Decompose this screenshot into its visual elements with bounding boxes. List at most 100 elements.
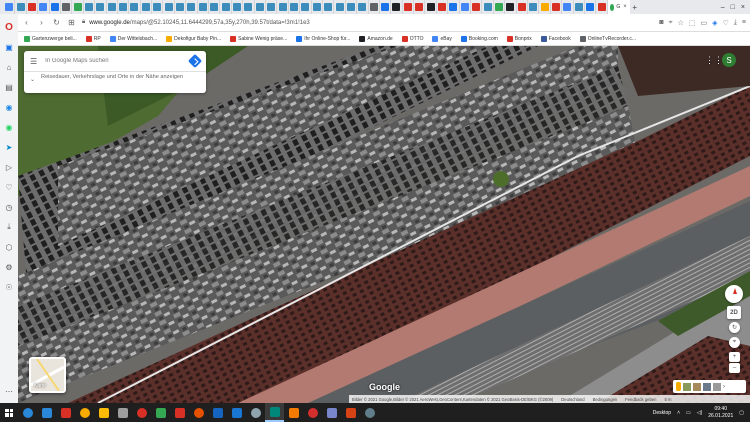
- taskbar-app-icon[interactable]: [322, 403, 341, 422]
- tab-active[interactable]: G ×: [607, 0, 630, 14]
- tab[interactable]: [437, 0, 449, 14]
- zoom-out-button[interactable]: –: [729, 363, 740, 373]
- hamburger-menu-icon[interactable]: ☰: [30, 57, 37, 66]
- bookmark-item[interactable]: Der Wittelsbach...: [109, 35, 157, 42]
- taskbar-app-icon[interactable]: [94, 403, 113, 422]
- location-icon[interactable]: ⌖: [669, 19, 673, 27]
- tab[interactable]: [243, 0, 255, 14]
- tab[interactable]: [50, 0, 61, 14]
- tab[interactable]: [425, 0, 437, 14]
- taskbar-app-icon[interactable]: [170, 403, 189, 422]
- tab[interactable]: [517, 0, 528, 14]
- satellite-map[interactable]: [18, 46, 750, 403]
- bookmark-item[interactable]: Booking.com: [460, 35, 498, 42]
- tab[interactable]: [539, 0, 551, 14]
- tab[interactable]: [289, 0, 301, 14]
- taskbar-app-icon[interactable]: [56, 403, 75, 422]
- speed-dial-icon[interactable]: ▣: [3, 41, 15, 53]
- telegram-icon[interactable]: ➤: [3, 141, 15, 153]
- tab[interactable]: [4, 0, 16, 14]
- tab[interactable]: [72, 0, 84, 14]
- taskbar-app-icon[interactable]: [303, 403, 322, 422]
- taskbar-app-icon[interactable]: [75, 403, 94, 422]
- wallet-icon[interactable]: ▭: [701, 19, 708, 27]
- avatar[interactable]: S: [722, 53, 736, 67]
- tab[interactable]: [198, 0, 210, 14]
- camera-icon[interactable]: ◙: [659, 19, 663, 27]
- taskbar-app-icon[interactable]: [208, 403, 227, 422]
- taskbar-app-icon[interactable]: [189, 403, 208, 422]
- tab[interactable]: [471, 0, 483, 14]
- tab[interactable]: [323, 0, 335, 14]
- windows-start-button[interactable]: [0, 403, 18, 422]
- tab[interactable]: [312, 0, 323, 14]
- tab[interactable]: [152, 0, 164, 14]
- compass-icon[interactable]: [725, 285, 743, 303]
- taskbar-app-icon[interactable]: [360, 403, 379, 422]
- bookmark-item[interactable]: OnlineTvRecorder.c...: [579, 35, 636, 42]
- url-field[interactable]: 🔒︎ www.google.de/maps/@52.10245,11.64442…: [82, 16, 653, 30]
- tab[interactable]: [277, 0, 289, 14]
- tab[interactable]: [95, 0, 107, 14]
- whatsapp-icon[interactable]: ◉: [3, 121, 15, 133]
- tab[interactable]: [232, 0, 244, 14]
- tab[interactable]: [300, 0, 312, 14]
- ad-block-icon[interactable]: ◈: [712, 19, 717, 27]
- tab[interactable]: [551, 0, 563, 14]
- taskbar-app-icon[interactable]: [265, 403, 284, 422]
- bookmark-icon[interactable]: ♡: [723, 19, 729, 27]
- settings-icon[interactable]: ⚙: [3, 261, 15, 273]
- tab[interactable]: [380, 0, 392, 14]
- imagery-thumb[interactable]: [703, 382, 711, 391]
- tab[interactable]: [15, 0, 27, 14]
- apps-grid-icon[interactable]: ⊞: [67, 18, 76, 27]
- tab[interactable]: [448, 0, 460, 14]
- tab[interactable]: [141, 0, 153, 14]
- tab[interactable]: [220, 0, 232, 14]
- back-icon[interactable]: ‹: [22, 18, 31, 27]
- tilt-2d-button[interactable]: 2D: [727, 306, 741, 319]
- feedback-link[interactable]: Feedback geben: [625, 397, 656, 402]
- opera-logo-icon[interactable]: O: [3, 21, 15, 33]
- tab[interactable]: [391, 0, 403, 14]
- bookmark-item[interactable]: Amazon.de: [359, 35, 393, 42]
- tab[interactable]: [574, 0, 585, 14]
- tab[interactable]: [163, 0, 175, 14]
- tab[interactable]: [585, 0, 597, 14]
- tab[interactable]: [369, 0, 380, 14]
- terms-link[interactable]: Bedingungen: [593, 397, 618, 402]
- chevron-up-icon[interactable]: ˄: [677, 410, 680, 416]
- scale-bar[interactable]: 5 m: [664, 397, 671, 402]
- tab[interactable]: [494, 0, 506, 14]
- tab[interactable]: [403, 0, 415, 14]
- clock[interactable]: 09:40 26.01.2021: [708, 406, 733, 419]
- tab[interactable]: [528, 0, 540, 14]
- history-icon[interactable]: ◷: [3, 201, 15, 213]
- bookmark-item[interactable]: OTTO: [401, 35, 423, 42]
- bookmark-item[interactable]: Gartenzwerge beli...: [24, 35, 77, 42]
- map-imagery[interactable]: [18, 46, 750, 403]
- google-apps-icon[interactable]: ⋮⋮: [705, 55, 723, 66]
- taskbar-app-icon[interactable]: [341, 403, 360, 422]
- download-icon[interactable]: ⤓: [3, 221, 15, 233]
- network-icon[interactable]: ▭: [686, 410, 691, 416]
- heart-icon[interactable]: ♡: [3, 181, 15, 193]
- minimize-button[interactable]: –: [718, 4, 728, 11]
- tab[interactable]: [334, 0, 346, 14]
- tab[interactable]: [266, 0, 278, 14]
- imagery-thumb[interactable]: [713, 382, 721, 391]
- tab[interactable]: [107, 0, 118, 14]
- tab[interactable]: [118, 0, 130, 14]
- bookmark-item[interactable]: Sabine Wenig präse...: [230, 35, 287, 42]
- taskbar-app-icon[interactable]: [246, 403, 265, 422]
- tab[interactable]: [27, 0, 39, 14]
- menu-icon[interactable]: ≡: [742, 19, 746, 27]
- bulb-icon[interactable]: ☉: [3, 281, 15, 293]
- layer-toggle-button[interactable]: Karte: [29, 357, 66, 393]
- taskbar-app-icon[interactable]: [227, 403, 246, 422]
- tab[interactable]: [209, 0, 221, 14]
- tab[interactable]: [357, 0, 369, 14]
- extension-icon[interactable]: ⬚: [689, 19, 696, 27]
- taskbar-app-icon[interactable]: [37, 403, 56, 422]
- tab[interactable]: [186, 0, 198, 14]
